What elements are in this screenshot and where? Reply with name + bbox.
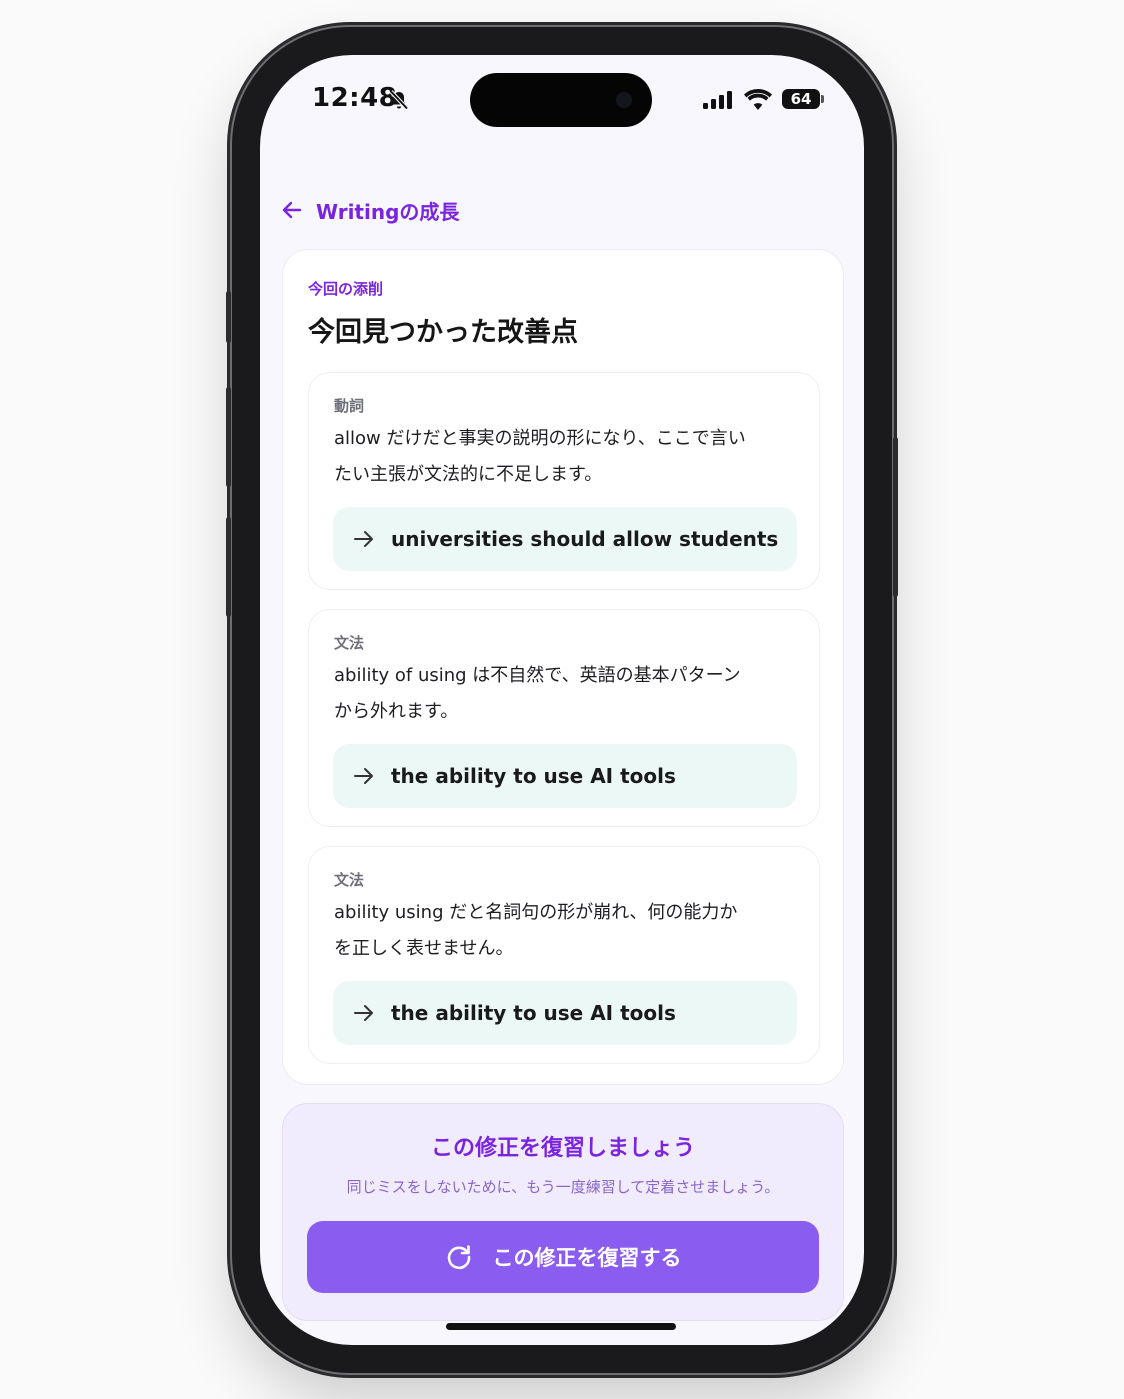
- battery-tip: [821, 95, 824, 103]
- review-button[interactable]: この修正を復習する: [307, 1221, 819, 1293]
- improvement-item: 文法 ability of using は不自然で、英語の基本パターン から外れ…: [308, 609, 820, 827]
- dynamic-island: [470, 73, 652, 127]
- review-button-label[interactable]: この修正を復習する: [493, 1242, 682, 1272]
- battery-icon: 64: [782, 89, 820, 109]
- arrow-right-icon: [354, 768, 373, 784]
- correction-text: universities should allow students: [391, 527, 779, 551]
- arrow-right-icon: [354, 1005, 373, 1021]
- improvement-item: 文法 ability using だと名詞句の形が崩れ、何の能力か を正しく表せ…: [308, 846, 820, 1064]
- correction-text: the ability to use AI tools: [391, 1001, 676, 1025]
- item-category: 文法: [334, 634, 365, 652]
- power-button: [893, 437, 898, 597]
- correction-box: the ability to use AI tools: [333, 981, 797, 1045]
- review-panel: この修正を復習しましょう 同じミスをしないために、もう一度練習して定着させましょ…: [282, 1103, 844, 1321]
- feedback-card: 今回の添削 今回見つかった改善点 動詞 allow だけだと事実の説明の形になり…: [282, 249, 844, 1085]
- arrow-left-icon[interactable]: [282, 201, 302, 219]
- card-kicker: 今回の添削: [308, 280, 384, 298]
- review-title: この修正を復習しましょう: [430, 1136, 695, 1161]
- review-subtitle: 同じミスをしないために、もう一度練習して定着させましょう。: [346, 1178, 780, 1196]
- refresh-icon: [447, 1245, 470, 1270]
- phone-frame: 12:48 64 Writingの成長 今回の添削 今回見つかった改善点 動詞 …: [226, 27, 898, 1373]
- action-button: [226, 291, 231, 343]
- item-explanation: allow だけだと事実の説明の形になり、ここで言い たい主張が文法的に不足しま…: [334, 428, 746, 485]
- arrow-right-icon: [354, 531, 373, 547]
- item-explanation: ability of using は不自然で、英語の基本パターン から外れます。: [334, 665, 741, 722]
- correction-box: the ability to use AI tools: [333, 744, 797, 808]
- volume-down-button: [226, 517, 231, 617]
- home-indicator[interactable]: [446, 1323, 676, 1330]
- item-category: 動詞: [334, 397, 365, 415]
- improvement-item: 動詞 allow だけだと事実の説明の形になり、ここで言い たい主張が文法的に不…: [308, 372, 820, 590]
- screen: 12:48 64 Writingの成長 今回の添削 今回見つかった改善点 動詞 …: [260, 55, 864, 1345]
- correction-box: universities should allow students: [333, 507, 797, 571]
- status-time: 12:48: [312, 83, 398, 113]
- item-category: 文法: [334, 871, 365, 889]
- volume-up-button: [226, 387, 231, 487]
- cellular-signal-icon: [703, 91, 732, 109]
- wifi-icon: [744, 89, 772, 110]
- card-title: 今回見つかった改善点: [308, 317, 578, 348]
- correction-text: the ability to use AI tools: [391, 764, 676, 788]
- item-explanation: ability using だと名詞句の形が崩れ、何の能力か を正しく表せません…: [334, 902, 738, 959]
- back-nav[interactable]: Writingの成長: [282, 195, 459, 225]
- bell-slash-icon: [389, 90, 409, 110]
- nav-title[interactable]: Writingの成長: [316, 196, 459, 225]
